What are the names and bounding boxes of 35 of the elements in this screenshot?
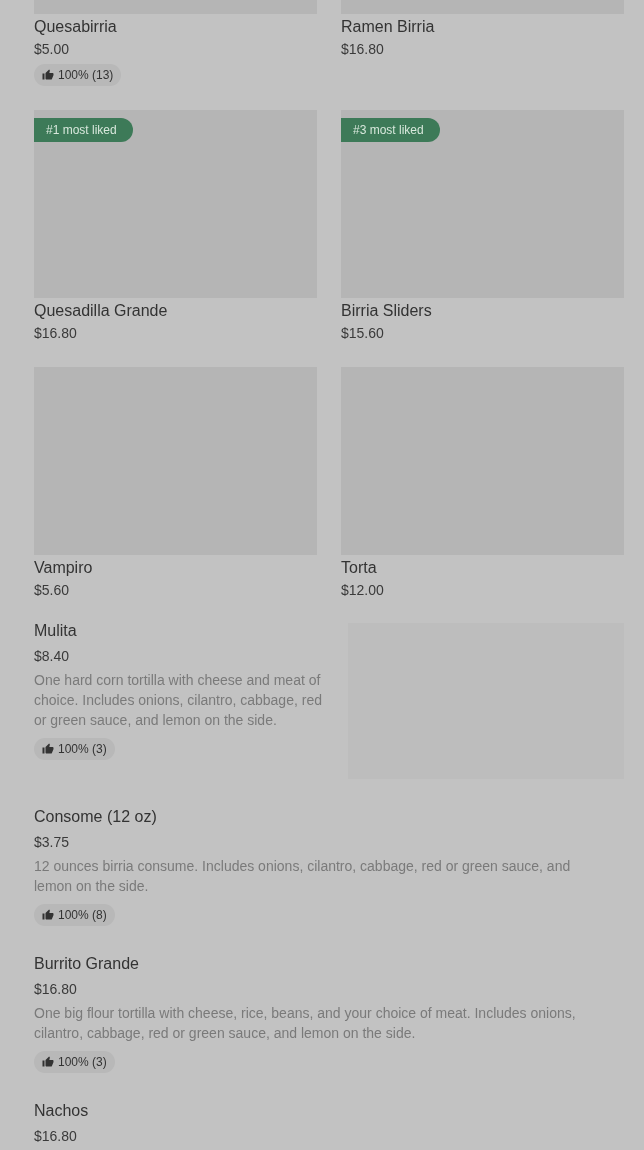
dish-price: $15.60: [341, 324, 385, 343]
dish-price: $8.40: [34, 647, 71, 666]
rating-text: 100% (8): [58, 907, 107, 924]
most-liked-badge: #3 most liked: [341, 118, 440, 142]
dish-price: $16.80: [34, 1127, 78, 1146]
dish-price: $16.80: [34, 324, 78, 343]
dish-name[interactable]: Birria Sliders: [341, 299, 624, 323]
dish-name[interactable]: Consome (12 oz): [34, 805, 624, 829]
dish-price: $16.80: [341, 40, 385, 59]
thumbs-up-icon: [42, 909, 54, 921]
thumbs-up-icon: [42, 1056, 54, 1068]
dish-name[interactable]: Nachos: [34, 1099, 624, 1123]
dish-description: 12 ounces birria consume. Includes onions, cilantro, cabbage, red or green sauce, and lemon on the side.: [34, 857, 572, 896]
dish-description: One hard corn tortilla with cheese and meat of choice. Includes onions, cilantro, cabbage, red or green sauce, and lemon on the side.: [34, 671, 323, 730]
rating-text: 100% (13): [58, 67, 114, 84]
dish-price: $16.80: [34, 980, 78, 999]
dish-name[interactable]: Torta: [341, 556, 624, 580]
dish-image[interactable]: #3 most liked: [341, 110, 624, 298]
dish-image[interactable]: #1 most liked: [34, 110, 317, 298]
thumbs-up-icon: [42, 743, 54, 755]
dish-name[interactable]: Burrito Grande: [34, 952, 624, 976]
dish-name[interactable]: Quesadilla Grande: [34, 299, 317, 323]
dish-price: $5.00: [34, 40, 71, 59]
rating-text: 100% (3): [58, 1054, 107, 1071]
dish-price: $3.75: [34, 833, 71, 852]
most-liked-badge: #1 most liked: [34, 118, 133, 142]
thumbs-up-icon: [42, 69, 54, 81]
dish-name[interactable]: Quesabirria: [34, 15, 317, 39]
dish-price: $12.00: [341, 581, 385, 600]
dish-name[interactable]: Mulita: [34, 619, 332, 643]
rating-text: 100% (3): [58, 741, 107, 758]
dish-name[interactable]: Vampiro: [34, 556, 317, 580]
dish-name[interactable]: Ramen Birria: [341, 15, 624, 39]
dish-price: $5.60: [34, 581, 71, 600]
dish-description: One big flour tortilla with cheese, rice, beans, and your choice of meat. Includes onions, cilantro, cabbage, red or green sauce, and lemon on the side.: [34, 1004, 577, 1043]
